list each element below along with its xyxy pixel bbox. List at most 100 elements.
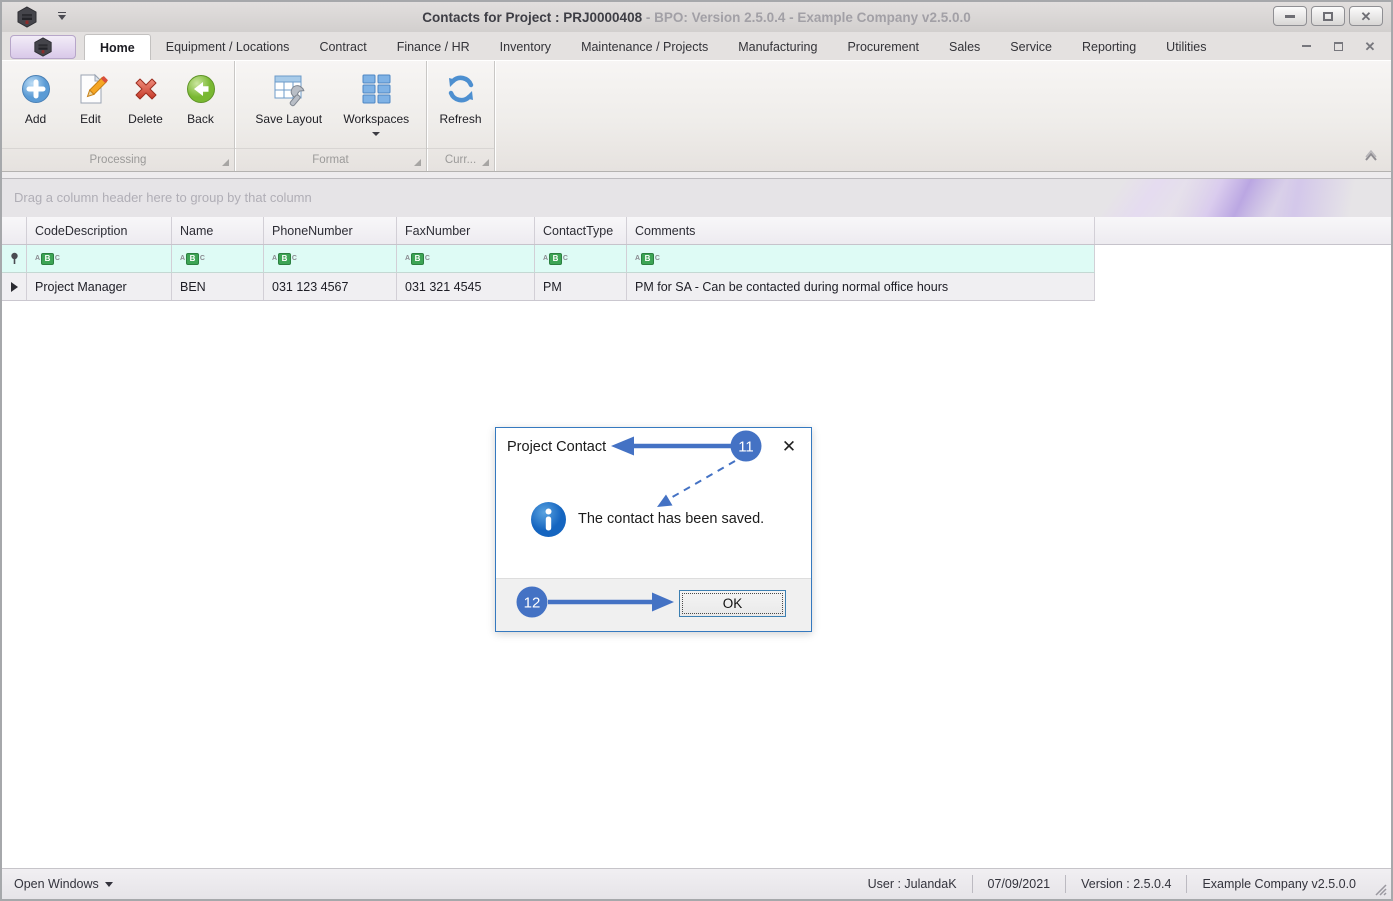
app-logo-icon (17, 6, 37, 28)
chevron-down-icon (104, 881, 113, 887)
ok-button[interactable]: OK (679, 590, 786, 617)
tab-sales[interactable]: Sales (934, 34, 995, 60)
ribbon-tab-row: Home Equipment / Locations Contract Fina… (2, 32, 1391, 60)
tab-equipment-locations[interactable]: Equipment / Locations (151, 34, 305, 60)
minimize-button[interactable] (1273, 6, 1307, 26)
abc-filter-icon: ABC (635, 252, 660, 265)
mdi-minimize-button[interactable] (1299, 40, 1313, 52)
row-indicator (2, 273, 27, 300)
filter-cell-name[interactable]: ABC (172, 245, 264, 272)
group-expand-icon[interactable] (222, 159, 229, 166)
group-expand-icon[interactable] (414, 159, 421, 166)
ribbon-group-format: Save Layout Workspaces Format (235, 61, 427, 171)
delete-icon (128, 71, 164, 107)
refresh-button[interactable]: Refresh (433, 67, 488, 126)
close-icon: ✕ (781, 437, 797, 456)
window-title: Contacts for Project : PRJ0000408 - BPO:… (2, 10, 1391, 25)
filter-cell-phonenumber[interactable]: ABC (264, 245, 397, 272)
tab-maintenance-projects[interactable]: Maintenance / Projects (566, 34, 723, 60)
workspaces-icon (358, 71, 394, 107)
titlebar: Contacts for Project : PRJ0000408 - BPO:… (2, 2, 1391, 32)
cell-contacttype[interactable]: PM (535, 273, 627, 300)
tab-finance-hr[interactable]: Finance / HR (382, 34, 485, 60)
ribbon-group-processing: Add Edit Delete Back Processing (2, 61, 235, 171)
cell-phonenumber[interactable]: 031 123 4567 (264, 273, 397, 300)
grid-header-row: CodeDescription Name PhoneNumber FaxNumb… (2, 217, 1391, 245)
column-header-filler (1095, 217, 1391, 244)
app-window: Contacts for Project : PRJ0000408 - BPO:… (0, 0, 1393, 901)
table-row[interactable]: Project Manager BEN 031 123 4567 031 321… (2, 273, 1095, 301)
application-button[interactable] (10, 35, 76, 59)
mdi-close-button[interactable]: ✕ (1363, 38, 1377, 54)
close-icon: ✕ (1364, 38, 1376, 54)
ribbon-group-caption-processing: Processing (2, 148, 234, 171)
message-dialog: Project Contact ✕ The contact has been s… (495, 427, 812, 632)
filter-cell-contacttype[interactable]: ABC (535, 245, 627, 272)
column-header-faxnumber[interactable]: FaxNumber (397, 217, 535, 244)
filter-pin-icon (10, 252, 18, 264)
tab-utilities[interactable]: Utilities (1151, 34, 1221, 60)
column-header-codedescription[interactable]: CodeDescription (27, 217, 172, 244)
save-layout-icon (271, 71, 307, 107)
abc-filter-icon: ABC (35, 252, 60, 265)
edit-button[interactable]: Edit (63, 67, 118, 126)
tab-inventory[interactable]: Inventory (485, 34, 566, 60)
maximize-button[interactable] (1311, 6, 1345, 26)
column-header-comments[interactable]: Comments (627, 217, 1095, 244)
tab-reporting[interactable]: Reporting (1067, 34, 1151, 60)
grid-filter-row: ABC ABC ABC ABC ABC ABC (2, 245, 1095, 273)
window-title-main: Contacts for Project : PRJ0000408 (422, 9, 643, 25)
quick-access-dropdown-icon[interactable] (54, 8, 70, 24)
cell-faxnumber[interactable]: 031 321 4545 (397, 273, 535, 300)
cell-comments[interactable]: PM for SA - Can be contacted during norm… (627, 273, 1095, 300)
tab-manufacturing[interactable]: Manufacturing (723, 34, 832, 60)
ribbon-tabs: Home Equipment / Locations Contract Fina… (84, 34, 1221, 60)
filter-cell-codedescription[interactable]: ABC (27, 245, 172, 272)
abc-filter-icon: ABC (180, 252, 205, 265)
chevron-up-icon (1365, 149, 1377, 161)
filter-cell-comments[interactable]: ABC (627, 245, 1095, 272)
dialog-message: The contact has been saved. (578, 511, 765, 527)
filter-cell-faxnumber[interactable]: ABC (397, 245, 535, 272)
tab-procurement[interactable]: Procurement (832, 34, 934, 60)
close-button[interactable]: ✕ (1349, 6, 1383, 26)
cell-codedescription[interactable]: Project Manager (27, 273, 172, 300)
abc-filter-icon: ABC (543, 252, 568, 265)
save-layout-button[interactable]: Save Layout (245, 67, 333, 126)
resize-grip-icon[interactable] (1373, 882, 1387, 896)
status-version: Version : 2.5.0.4 (1065, 875, 1186, 893)
ribbon: Add Edit Delete Back Processing Save Lay… (2, 60, 1391, 172)
tab-contract[interactable]: Contract (304, 34, 381, 60)
column-header-contacttype[interactable]: ContactType (535, 217, 627, 244)
open-windows-label: Open Windows (14, 877, 99, 891)
dialog-close-button[interactable]: ✕ (778, 436, 800, 458)
delete-button[interactable]: Delete (118, 67, 173, 126)
close-icon: ✕ (1360, 8, 1372, 24)
minimize-icon (1301, 44, 1311, 48)
info-icon (531, 502, 566, 537)
back-button[interactable]: Back (173, 67, 228, 126)
workspaces-dropdown-icon (372, 132, 381, 136)
abc-filter-icon: ABC (405, 252, 430, 265)
group-expand-icon[interactable] (482, 159, 489, 166)
edit-icon (73, 71, 109, 107)
group-panel-text: Drag a column header here to group by th… (14, 190, 312, 205)
mdi-restore-button[interactable] (1331, 40, 1345, 52)
decorative-swoosh (1051, 179, 1391, 217)
tab-home[interactable]: Home (84, 34, 151, 60)
back-icon (183, 71, 219, 107)
grid-group-panel[interactable]: Drag a column header here to group by th… (2, 178, 1391, 217)
workspaces-button[interactable]: Workspaces (333, 67, 421, 136)
ribbon-collapse-button[interactable] (1363, 149, 1379, 167)
restore-icon (1333, 41, 1343, 51)
cell-name[interactable]: BEN (172, 273, 264, 300)
dialog-title: Project Contact (507, 439, 607, 455)
add-button[interactable]: Add (8, 67, 63, 126)
column-header-phonenumber[interactable]: PhoneNumber (264, 217, 397, 244)
statusbar: Open Windows User : JulandaK 07/09/2021 … (2, 868, 1391, 899)
tab-service[interactable]: Service (995, 34, 1067, 60)
column-header-name[interactable]: Name (172, 217, 264, 244)
filter-row-indicator (2, 245, 27, 272)
dialog-footer: OK (496, 578, 811, 631)
open-windows-button[interactable]: Open Windows (2, 877, 113, 891)
